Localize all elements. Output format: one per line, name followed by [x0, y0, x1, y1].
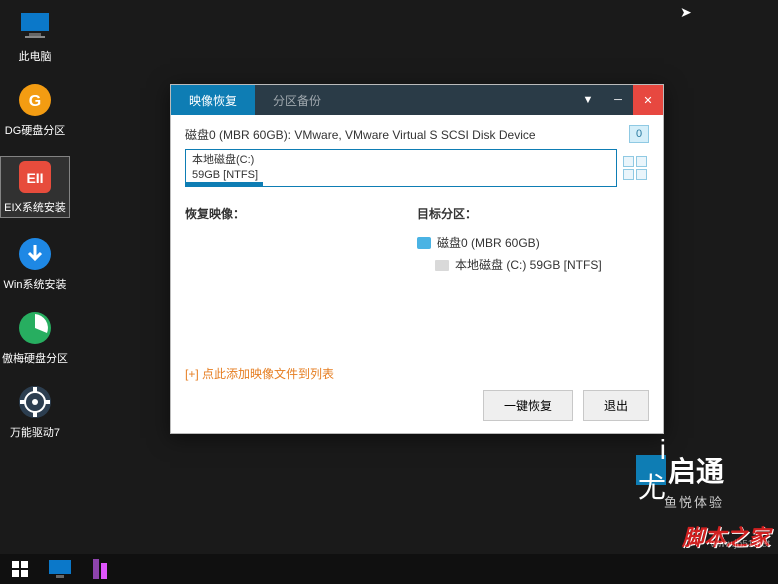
target-partition-title: 目标分区：	[417, 205, 649, 222]
eix-window: 映像恢复 分区备份 ▼ ─ ✕ 磁盘0 (MBR 60GB): VMware, …	[170, 84, 664, 434]
restore-image-title: 恢复映像：	[185, 205, 417, 222]
taskbar: www.jb51.net	[0, 554, 778, 584]
partition-size: 59GB [NTFS]	[192, 168, 610, 183]
partition-usage-bar	[186, 182, 263, 186]
desktop-icon-label: 傲梅硬盘分区	[2, 350, 68, 366]
desktop-icon-thispc[interactable]: 此电脑	[0, 8, 70, 64]
tree-partition-label: 本地磁盘 (C:) 59GB [NTFS]	[455, 254, 602, 276]
close-button[interactable]: ✕	[633, 85, 663, 115]
svg-text:EII: EII	[26, 170, 43, 186]
desktop-icon-driver[interactable]: 万能驱动7	[0, 384, 70, 440]
tree-disk-row[interactable]: 磁盘0 (MBR 60GB)	[417, 232, 649, 254]
partition-c[interactable]: 本地磁盘(C:) 59GB [NTFS]	[185, 149, 617, 187]
desktop-icon-label: Win系统安装	[4, 276, 67, 292]
exit-button[interactable]: 退出	[583, 390, 649, 421]
desktop-icons: 此电脑 G DG硬盘分区 EII EIX系统安装 Win系统安装 傲梅硬盘分区 …	[0, 0, 70, 458]
folder-icon	[435, 260, 449, 271]
disk-icon	[417, 237, 431, 249]
desktop-icon-dg[interactable]: G DG硬盘分区	[0, 82, 70, 138]
desktop-icon-aomei[interactable]: 傲梅硬盘分区	[0, 310, 70, 366]
desktop-icon-eix[interactable]: EII EIX系统安装	[0, 156, 70, 218]
watermark-url: www.jb51.net	[711, 539, 770, 550]
brand-logo: i尤启通 鱼悦体验	[636, 450, 724, 511]
layout-view-icon[interactable]	[623, 149, 649, 187]
dropdown-button[interactable]: ▼	[573, 85, 603, 115]
cursor-icon: ➤	[680, 4, 692, 21]
desktop-icon-label: DG硬盘分区	[5, 122, 66, 138]
desktop-icon-label: 万能驱动7	[10, 424, 60, 440]
minimize-button[interactable]: ─	[603, 85, 633, 115]
partition-name: 本地磁盘(C:)	[192, 153, 610, 168]
svg-text:G: G	[29, 93, 41, 110]
taskbar-app-1[interactable]	[40, 554, 80, 584]
desktop-icon-label: EIX系统安装	[4, 199, 66, 215]
start-button[interactable]	[0, 554, 40, 584]
desktop-icon-win[interactable]: Win系统安装	[0, 236, 70, 292]
tab-partition-backup[interactable]: 分区备份	[255, 85, 339, 115]
restore-button[interactable]: 一键恢复	[483, 390, 573, 421]
titlebar: 映像恢复 分区备份 ▼ ─ ✕	[171, 85, 663, 115]
disk-index-badge: 0	[629, 125, 649, 143]
tree-partition-row[interactable]: 本地磁盘 (C:) 59GB [NTFS]	[435, 254, 649, 276]
taskbar-app-2[interactable]	[80, 554, 120, 584]
desktop-icon-label: 此电脑	[19, 48, 52, 64]
disk-info-text: 磁盘0 (MBR 60GB): VMware, VMware Virtual S…	[185, 126, 621, 143]
tab-image-restore[interactable]: 映像恢复	[171, 85, 255, 115]
add-image-link[interactable]: [+] 点此添加映像文件到列表	[185, 365, 649, 382]
tree-disk-label: 磁盘0 (MBR 60GB)	[437, 232, 540, 254]
